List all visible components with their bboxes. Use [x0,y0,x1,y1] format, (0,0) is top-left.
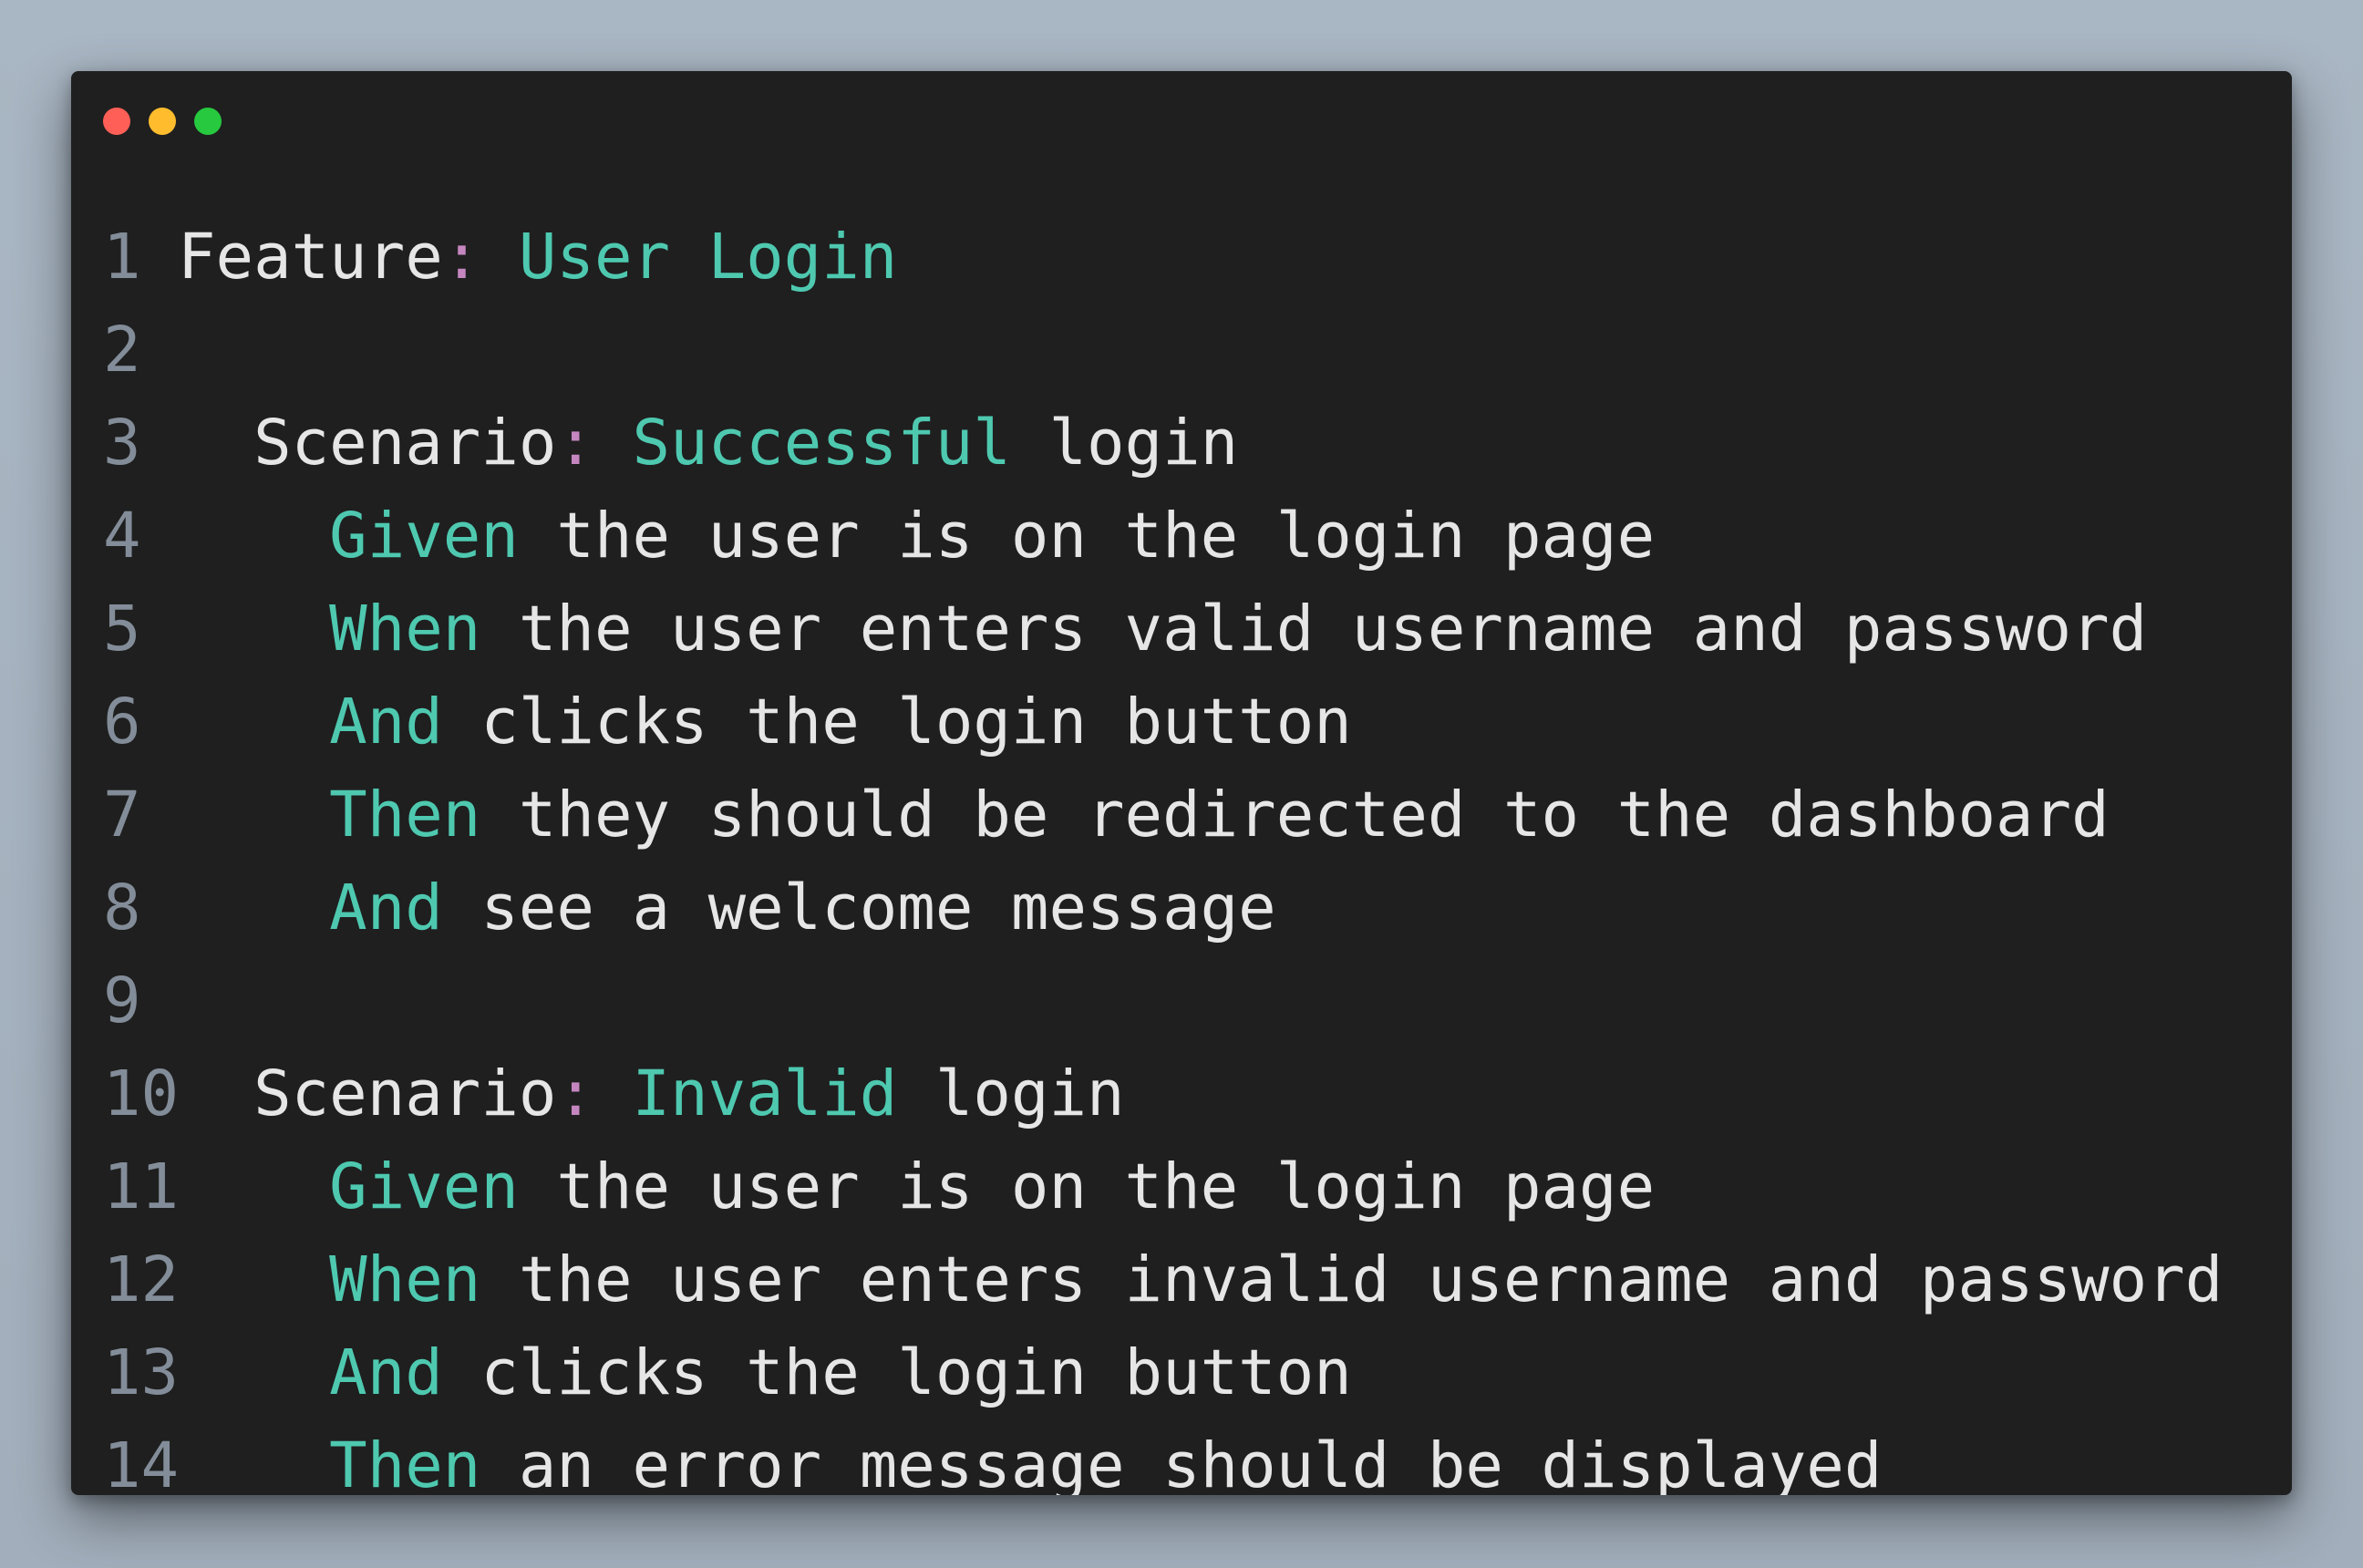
gherkin-keyword: Scenario [253,1057,557,1130]
step-keyword: When [329,593,481,665]
code-line: 7 Then they should be redirected to the … [103,769,2292,861]
step-keyword: Given [329,500,519,573]
maximize-window-icon[interactable] [194,108,222,135]
title-token: Successful [632,407,1011,480]
step-text: login [1010,407,1239,480]
code-line: 12 When the user enters invalid username… [103,1233,2292,1326]
close-window-icon[interactable] [103,108,130,135]
step-text: the user enters valid username and passw… [480,593,2148,665]
code-line: 9 [103,954,2292,1047]
code-line: 8 And see a welcome message [103,861,2292,954]
step-keyword: When [329,1243,481,1316]
line-number: 6 [103,686,141,758]
code-editor: 1 Feature: User Login 2 3 Scenario: Success… [103,211,2292,1495]
keyword-colon: : [556,407,594,480]
keyword-colon: : [442,221,481,294]
keyword-colon: : [556,1057,594,1130]
line-number: 1 [103,221,141,294]
step-text: the user is on the login page [518,1150,1656,1223]
step-text [594,407,633,480]
step-text: login [897,1057,1125,1130]
line-number: 4 [103,500,141,573]
code-line: 5 When the user enters valid username an… [103,583,2292,676]
step-keyword: Then [329,1429,481,1495]
step-text: they should be redirected to the dashboa… [480,779,2110,851]
code-line: 6 And clicks the login button [103,676,2292,769]
title-token: Invalid [632,1057,898,1130]
line-number: 7 [103,779,141,851]
step-keyword: Given [329,1150,519,1223]
gherkin-keyword: Feature [178,221,443,294]
code-line: 11 Given the user is on the login page [103,1140,2292,1233]
line-number: 8 [103,872,141,944]
code-window: 1 Feature: User Login 2 3 Scenario: Success… [71,71,2292,1495]
code-line: 13 And clicks the login button [103,1326,2292,1419]
code-line: 10 Scenario: Invalid login [103,1047,2292,1140]
step-text: the user enters invalid username and pas… [480,1243,2224,1316]
line-number: 3 [103,407,141,480]
step-keyword: And [329,872,443,944]
step-text: an error message should be displayed [480,1429,1883,1495]
step-text: clicks the login button [442,686,1352,758]
line-number: 10 [103,1057,180,1130]
step-keyword: And [329,686,443,758]
step-text [594,1057,633,1130]
step-text [480,221,519,294]
minimize-window-icon[interactable] [149,108,176,135]
step-keyword: Then [329,779,481,851]
step-text: see a welcome message [442,872,1276,944]
step-text: clicks the login button [442,1336,1352,1409]
code-line: 1 Feature: User Login [103,211,2292,304]
gherkin-keyword: Scenario [253,407,557,480]
line-number: 12 [103,1243,180,1316]
line-number: 14 [103,1429,180,1495]
line-number: 13 [103,1336,180,1409]
title-token: User Login [518,221,898,294]
code-line: 2 [103,304,2292,397]
code-line: 3 Scenario: Successful login [103,397,2292,490]
line-number: 9 [103,965,141,1037]
code-line: 4 Given the user is on the login page [103,490,2292,583]
code-line: 14 Then an error message should be displ… [103,1419,2292,1495]
line-number: 5 [103,593,141,665]
step-text: the user is on the login page [518,500,1656,573]
line-number: 11 [103,1150,180,1223]
line-number: 2 [103,314,141,387]
step-keyword: And [329,1336,443,1409]
window-titlebar [71,71,2292,171]
